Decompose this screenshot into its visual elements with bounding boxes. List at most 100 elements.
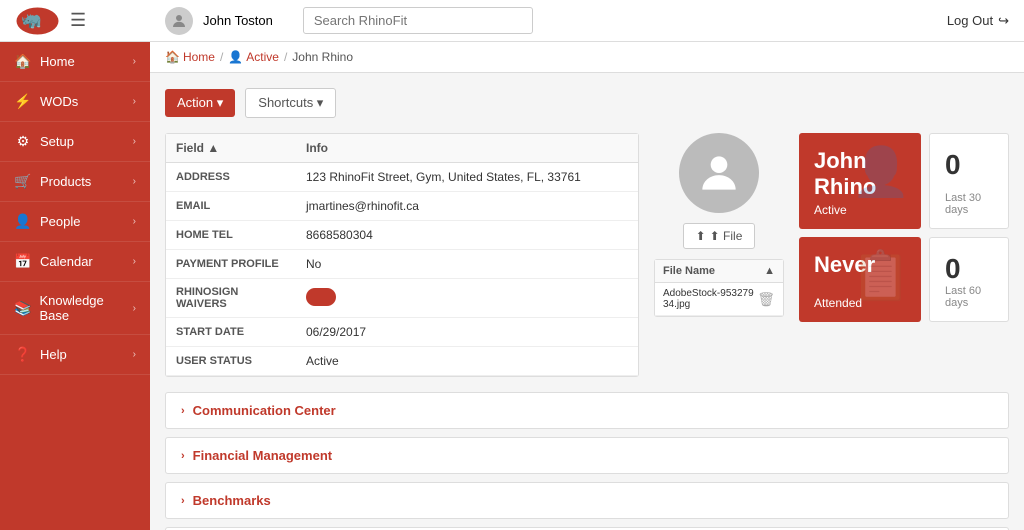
chevron-financial: › bbox=[181, 450, 185, 462]
sidebar-item-home[interactable]: 🏠 Home › bbox=[0, 42, 150, 82]
file-table-header: File Name ▲ bbox=[655, 260, 783, 283]
sidebar-item-wods[interactable]: ⚡ WODs › bbox=[0, 82, 150, 122]
active-icon: 👤 bbox=[228, 50, 243, 64]
stats-row-1: 👤 John Rhino Active 0 Last 30 days bbox=[799, 133, 1009, 229]
breadcrumb: 🏠 Home / 👤 Active / John Rhino bbox=[150, 42, 1024, 73]
people-icon: 👤 bbox=[14, 213, 32, 230]
shortcuts-button[interactable]: Shortcuts ▾ bbox=[245, 88, 336, 118]
top-nav-middle: John Toston bbox=[165, 7, 947, 35]
field-label: EMAIL bbox=[166, 192, 296, 221]
stat-card-never: 📋 Never Attended bbox=[799, 237, 921, 322]
field-label: HOME TEL bbox=[166, 221, 296, 250]
accordion-benchmarks: › Benchmarks bbox=[165, 482, 1009, 519]
field-label: ADDRESS bbox=[166, 163, 296, 192]
nav-username: John Toston bbox=[203, 13, 273, 28]
info-table: Field ▲ Info ADDRESS 123 RhinoFit Street… bbox=[166, 134, 638, 376]
products-icon: 🛒 bbox=[14, 173, 32, 190]
file-name: AdobeStock-95327934.jpg bbox=[663, 288, 757, 310]
waiver-toggle[interactable] bbox=[306, 288, 336, 306]
breadcrumb-active[interactable]: 👤 Active bbox=[228, 50, 279, 64]
accordion-benchmarks-header[interactable]: › Benchmarks bbox=[166, 483, 1008, 518]
sidebar-item-products[interactable]: 🛒 Products › bbox=[0, 162, 150, 202]
field-value: 8668580304 bbox=[296, 221, 638, 250]
field-label: START DATE bbox=[166, 318, 296, 347]
stat-bg-clipboard-icon: 📋 bbox=[851, 247, 911, 304]
accordion-communication-header[interactable]: › Communication Center bbox=[166, 393, 1008, 428]
sidebar-item-knowledge[interactable]: 📚 Knowledge Base › bbox=[0, 282, 150, 335]
content-area: 🏠 Home / 👤 Active / John Rhino Action ▾ … bbox=[150, 42, 1024, 530]
stat-sublabel-60: Last 60 days bbox=[945, 285, 993, 309]
sidebar-item-setup[interactable]: ⚙ Setup › bbox=[0, 122, 150, 162]
stat-card-30days: 0 Last 30 days bbox=[929, 133, 1009, 229]
profile-avatar bbox=[679, 133, 759, 213]
sort-icon: ▲ bbox=[764, 265, 775, 277]
table-row: HOME TEL 8668580304 bbox=[166, 221, 638, 250]
field-label: USER STATUS bbox=[166, 347, 296, 376]
calendar-chevron: › bbox=[133, 256, 136, 267]
file-table-card: File Name ▲ AdobeStock-95327934.jpg 🗑 bbox=[654, 259, 784, 317]
table-row: PAYMENT PROFILE No bbox=[166, 250, 638, 279]
stat-card-60days: 0 Last 60 days bbox=[929, 237, 1009, 322]
delete-file-icon[interactable]: 🗑 bbox=[757, 291, 775, 308]
field-value: No bbox=[296, 250, 638, 279]
sidebar-item-people[interactable]: 👤 People › bbox=[0, 202, 150, 242]
chevron-communication: › bbox=[181, 405, 185, 417]
file-row: AdobeStock-95327934.jpg 🗑 bbox=[655, 283, 783, 316]
table-row: EMAIL jmartines@rhinofit.ca bbox=[166, 192, 638, 221]
home-chevron: › bbox=[133, 56, 136, 67]
stats-row-2: 📋 Never Attended 0 Last 60 days bbox=[799, 237, 1009, 322]
breadcrumb-current: John Rhino bbox=[292, 50, 353, 64]
profile-info-card: Field ▲ Info ADDRESS 123 RhinoFit Street… bbox=[165, 133, 639, 377]
svg-text:🦏: 🦏 bbox=[21, 11, 42, 29]
upload-icon: ⬆ bbox=[696, 229, 706, 243]
hamburger-icon[interactable]: ☰ bbox=[70, 10, 86, 31]
field-label: RhinoSign Waivers bbox=[166, 279, 296, 318]
sidebar-item-calendar[interactable]: 📅 Calendar › bbox=[0, 242, 150, 282]
field-value: jmartines@rhinofit.ca bbox=[296, 192, 638, 221]
setup-icon: ⚙ bbox=[14, 133, 32, 150]
search-input[interactable] bbox=[303, 7, 533, 34]
user-avatar bbox=[165, 7, 193, 35]
field-value: Active bbox=[296, 347, 638, 376]
table-row: START DATE 06/29/2017 bbox=[166, 318, 638, 347]
field-header: Field ▲ bbox=[166, 134, 296, 163]
table-row: ADDRESS 123 RhinoFit Street, Gym, United… bbox=[166, 163, 638, 192]
info-header: Info bbox=[296, 134, 638, 163]
stat-bg-person-icon: 👤 bbox=[851, 143, 911, 200]
sidebar: 🏠 Home › ⚡ WODs › ⚙ Setup › 🛒 Products bbox=[0, 42, 150, 530]
stat-number-60: 0 bbox=[945, 253, 993, 285]
field-value: 123 RhinoFit Street, Gym, United States,… bbox=[296, 163, 638, 192]
chevron-benchmarks: › bbox=[181, 495, 185, 507]
help-chevron: › bbox=[133, 349, 136, 360]
sidebar-item-help[interactable]: ❓ Help › bbox=[0, 335, 150, 375]
avatar-file-col: ⬆ ⬆ File File Name ▲ AdobeStock-95327934… bbox=[654, 133, 784, 377]
accordion-financial: › Financial Management bbox=[165, 437, 1009, 474]
knowledge-chevron: › bbox=[133, 303, 136, 314]
logout-button[interactable]: Log Out ↪ bbox=[947, 13, 1009, 29]
field-value bbox=[296, 279, 638, 318]
wods-icon: ⚡ bbox=[14, 93, 32, 110]
setup-chevron: › bbox=[133, 136, 136, 147]
file-upload-button[interactable]: ⬆ ⬆ File bbox=[683, 223, 756, 249]
logo: 🦏 bbox=[15, 6, 60, 36]
people-chevron: › bbox=[133, 216, 136, 227]
stat-sublabel-30: Last 30 days bbox=[945, 192, 993, 216]
wods-chevron: › bbox=[133, 96, 136, 107]
field-label: PAYMENT PROFILE bbox=[166, 250, 296, 279]
top-nav-left: 🦏 ☰ bbox=[15, 6, 165, 36]
breadcrumb-home[interactable]: 🏠 Home bbox=[165, 50, 215, 64]
accordion-communication: › Communication Center bbox=[165, 392, 1009, 429]
search-box bbox=[303, 7, 533, 34]
action-button[interactable]: Action ▾ bbox=[165, 89, 235, 117]
top-nav: 🦏 ☰ John Toston Log Out ↪ bbox=[0, 0, 1024, 42]
main-layout: 🏠 Home › ⚡ WODs › ⚙ Setup › 🛒 Products bbox=[0, 42, 1024, 530]
accordion-financial-header[interactable]: › Financial Management bbox=[166, 438, 1008, 473]
action-row: Action ▾ Shortcuts ▾ bbox=[165, 88, 1009, 118]
table-row: RhinoSign Waivers bbox=[166, 279, 638, 318]
help-icon: ❓ bbox=[14, 346, 32, 363]
home-small-icon: 🏠 bbox=[165, 50, 180, 64]
stat-card-john-rhino: 👤 John Rhino Active bbox=[799, 133, 921, 229]
profile-section: Field ▲ Info ADDRESS 123 RhinoFit Street… bbox=[165, 133, 1009, 377]
stat-active-label: Active bbox=[814, 203, 906, 217]
stats-column: 👤 John Rhino Active 0 Last 30 days 📋 Nev bbox=[799, 133, 1009, 377]
